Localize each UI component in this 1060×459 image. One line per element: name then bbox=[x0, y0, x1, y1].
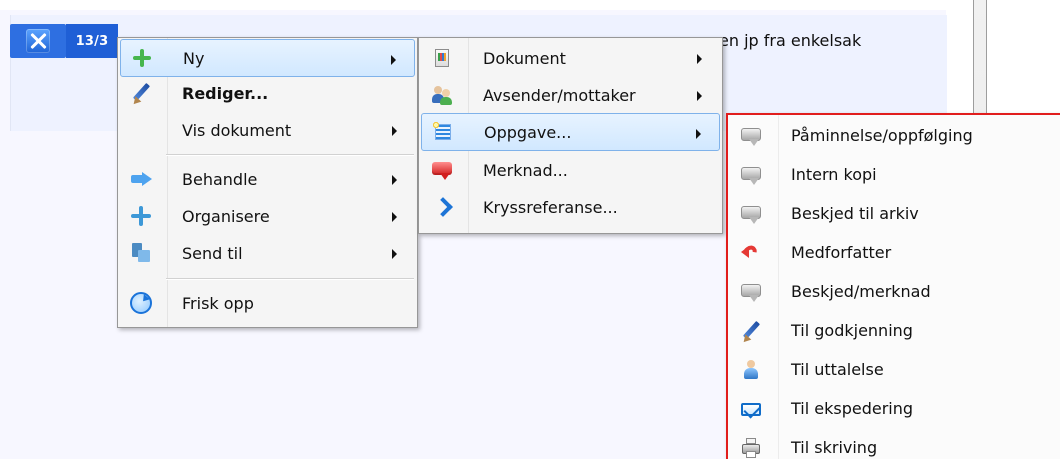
menu-item-label: Rediger... bbox=[182, 83, 269, 103]
menu-item-ny[interactable]: Ny bbox=[120, 39, 415, 77]
red-note-icon bbox=[429, 157, 455, 183]
menu-item-label: Medforfatter bbox=[791, 243, 892, 262]
move-icon bbox=[128, 203, 154, 229]
menu-item-label: Avsender/mottaker bbox=[483, 85, 636, 105]
menu-item-send-til[interactable]: Send til bbox=[120, 234, 415, 272]
menu-item-label: Vis dokument bbox=[182, 120, 292, 140]
menu-item-til-skriving[interactable]: Til skriving bbox=[730, 428, 1058, 459]
send-icon bbox=[128, 240, 154, 266]
menu-item-merknad[interactable]: Merknad... bbox=[421, 151, 720, 189]
menu-item-label: Organisere bbox=[182, 206, 270, 226]
pencil-icon bbox=[738, 318, 764, 344]
menu-item-til-ekspedering[interactable]: Til ekspedering bbox=[730, 389, 1058, 428]
undo-icon bbox=[738, 240, 764, 266]
submenu-arrow-icon bbox=[697, 91, 702, 101]
menu-item-behandle[interactable]: Behandle bbox=[120, 160, 415, 198]
blank-icon bbox=[128, 117, 154, 143]
menu-item-beskjed-merknad[interactable]: Beskjed/merknad bbox=[730, 272, 1058, 311]
count-badge: 13/3 bbox=[66, 24, 118, 58]
submenu-arrow-icon bbox=[392, 126, 397, 136]
mail-icon bbox=[738, 396, 764, 422]
comment-icon bbox=[738, 279, 764, 305]
menu-item-frisk-opp[interactable]: Frisk opp bbox=[120, 284, 415, 322]
menu-item-organisere[interactable]: Organisere bbox=[120, 197, 415, 235]
top-bar bbox=[0, 0, 1060, 10]
menu-item-label: Merknad... bbox=[483, 160, 568, 180]
menu-item-label: Til ekspedering bbox=[791, 399, 914, 418]
menu-item-label: Til skriving bbox=[791, 438, 878, 457]
submenu-arrow-icon bbox=[392, 249, 397, 259]
document-icon bbox=[429, 45, 455, 71]
comment-icon bbox=[738, 123, 764, 149]
chevron-right-icon bbox=[429, 194, 455, 220]
menu-item-intern-kopi[interactable]: Intern kopi bbox=[730, 155, 1058, 194]
menu-item-oppgave[interactable]: Oppgave... bbox=[421, 113, 720, 151]
task-icon bbox=[430, 119, 456, 145]
menu-item-til-godkjenning[interactable]: Til godkjenning bbox=[730, 311, 1058, 350]
pencil-icon bbox=[128, 80, 154, 106]
app-close-button[interactable] bbox=[10, 24, 66, 58]
menu-item-paminnelse[interactable]: Påminnelse/oppfølging bbox=[730, 116, 1058, 155]
menu-item-beskjed-til-arkiv[interactable]: Beskjed til arkiv bbox=[730, 194, 1058, 233]
close-icon bbox=[26, 29, 50, 53]
menu-item-label: Beskjed til arkiv bbox=[791, 204, 919, 223]
menu-item-til-uttalelse[interactable]: Til uttalelse bbox=[730, 350, 1058, 389]
printer-icon bbox=[738, 435, 764, 459]
submenu-arrow-icon bbox=[696, 129, 701, 139]
menu-item-vis-dokument[interactable]: Vis dokument bbox=[120, 111, 415, 149]
forward-arrow-icon bbox=[128, 166, 154, 192]
menu-item-label: Beskjed/merknad bbox=[791, 282, 931, 301]
menu-item-label: Påminnelse/oppfølging bbox=[791, 126, 973, 145]
menu-item-label: Oppgave... bbox=[484, 122, 572, 142]
menu-item-label: Til godkjenning bbox=[791, 321, 913, 340]
menu-item-label: Send til bbox=[182, 243, 243, 263]
submenu-ny: Dokument Avsender/mottaker Oppgave... Me… bbox=[418, 37, 723, 234]
menu-item-label: Kryssreferanse... bbox=[483, 197, 618, 217]
menu-item-label: Dokument bbox=[483, 48, 566, 68]
refresh-icon bbox=[128, 290, 154, 316]
user-icon bbox=[738, 357, 764, 383]
menu-item-label: Intern kopi bbox=[791, 165, 877, 184]
menu-separator bbox=[166, 154, 414, 155]
submenu-oppgave: Påminnelse/oppfølging Intern kopi Beskje… bbox=[726, 113, 1060, 459]
menu-item-label: Til uttalelse bbox=[791, 360, 884, 379]
users-icon bbox=[429, 82, 455, 108]
menu-item-label: Frisk opp bbox=[182, 293, 254, 313]
background-row-text: en jp fra enkelsak bbox=[719, 31, 862, 50]
submenu-arrow-icon bbox=[392, 175, 397, 185]
menu-item-label: Ny bbox=[183, 48, 205, 68]
comment-icon bbox=[738, 201, 764, 227]
menu-item-dokument[interactable]: Dokument bbox=[421, 39, 720, 77]
plus-icon bbox=[129, 45, 155, 71]
submenu-arrow-icon bbox=[391, 55, 396, 65]
comment-icon bbox=[738, 162, 764, 188]
menu-item-avsender-mottaker[interactable]: Avsender/mottaker bbox=[421, 76, 720, 114]
menu-item-label: Behandle bbox=[182, 169, 258, 189]
menu-item-kryssreferanse[interactable]: Kryssreferanse... bbox=[421, 188, 720, 226]
menu-item-medforfatter[interactable]: Medforfatter bbox=[730, 233, 1058, 272]
submenu-arrow-icon bbox=[697, 54, 702, 64]
menu-separator bbox=[166, 278, 414, 279]
menu-item-rediger[interactable]: Rediger... bbox=[120, 74, 415, 112]
screen: en jp fra enkelsak 13/3 Ny Rediger... Vi… bbox=[0, 0, 1060, 459]
context-menu-main: Ny Rediger... Vis dokument Behandle Orga… bbox=[117, 37, 418, 328]
submenu-arrow-icon bbox=[392, 212, 397, 222]
